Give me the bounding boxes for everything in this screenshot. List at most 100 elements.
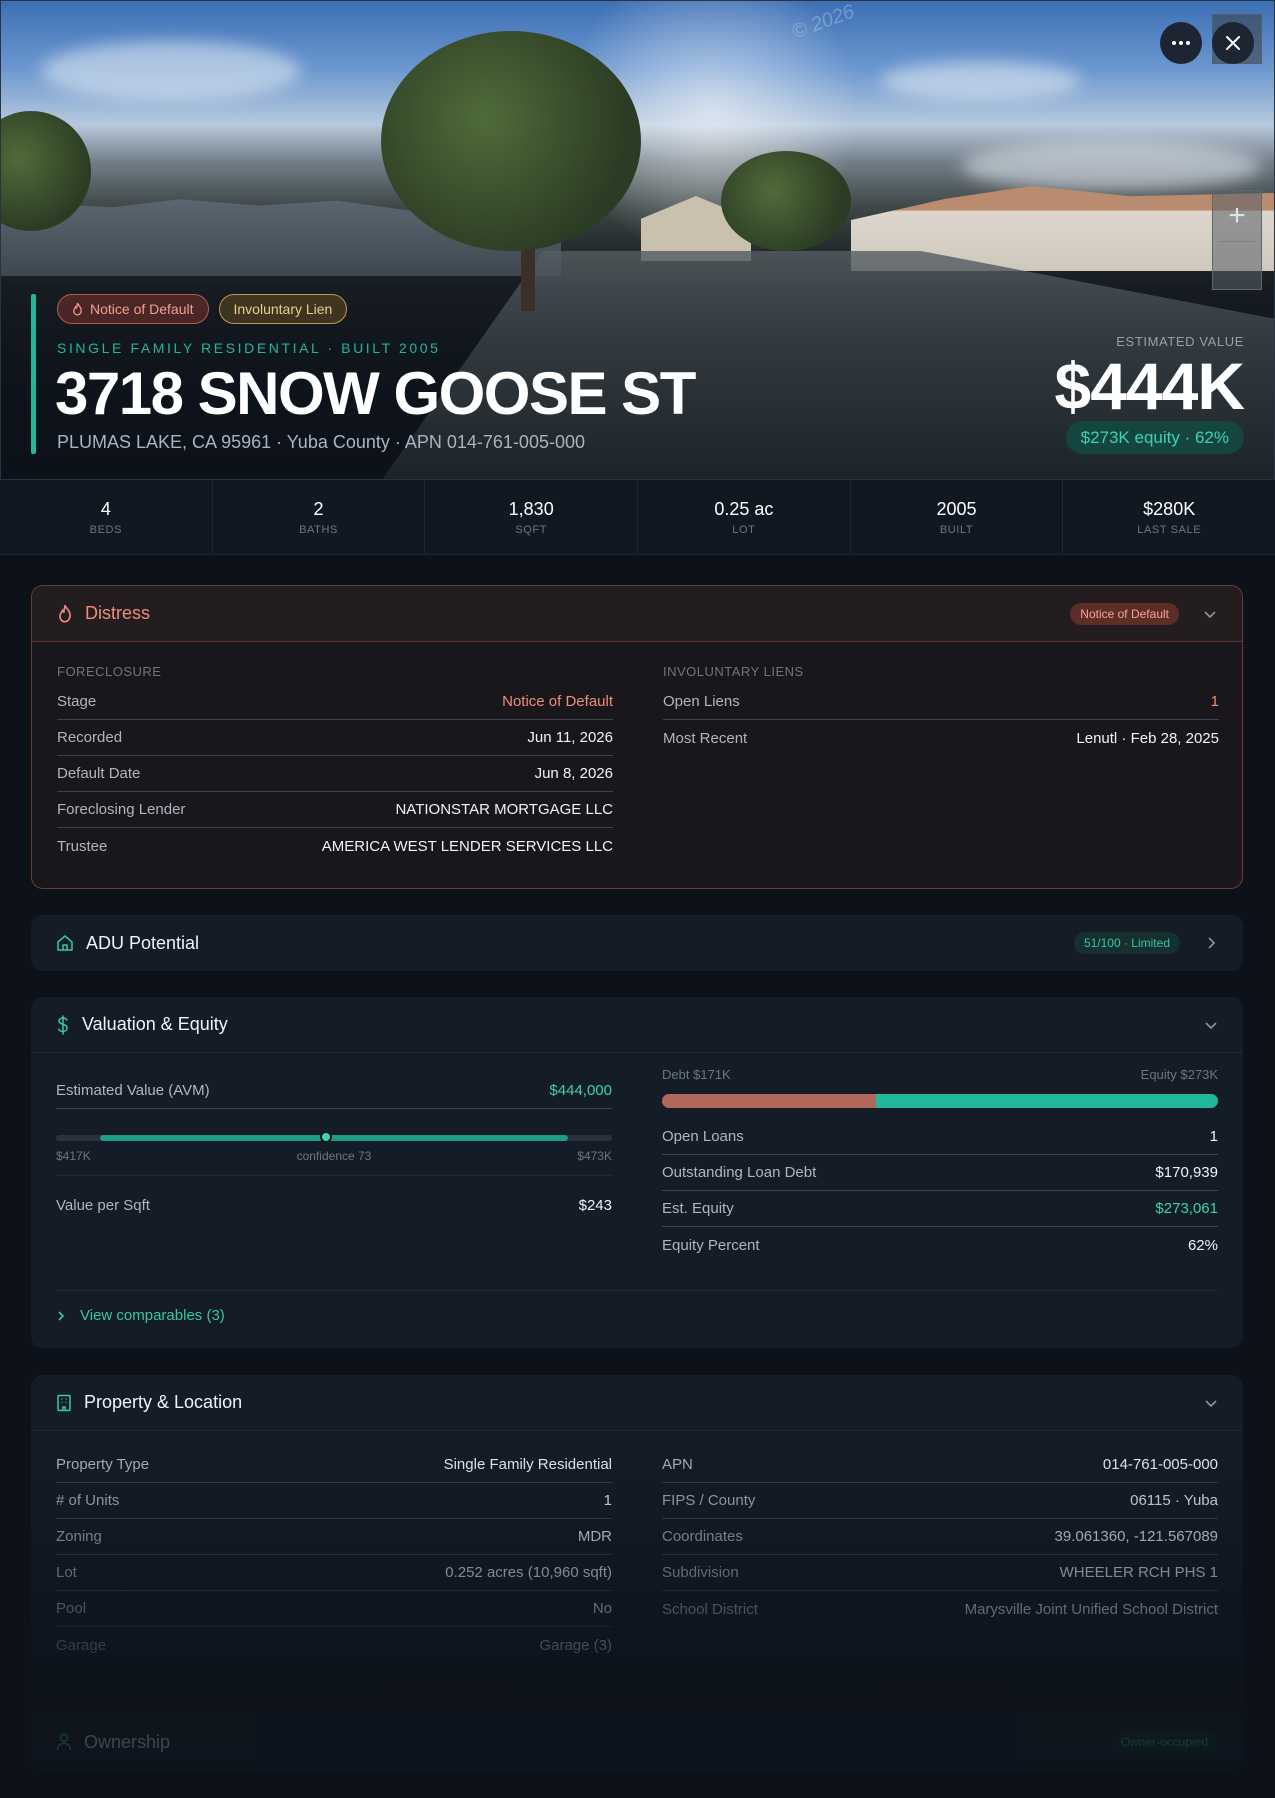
- chevron-down-icon[interactable]: [1204, 1396, 1218, 1410]
- debt-label: Debt $171K: [662, 1067, 731, 1082]
- row-value: Jun 8, 2026: [534, 765, 613, 782]
- row-value: 014-761-005-000: [1102, 1456, 1218, 1473]
- row-value: $170,939: [1155, 1164, 1218, 1181]
- row-value: 0.252 acres (10,960 sqft): [445, 1564, 612, 1581]
- property-title: Property & Location: [84, 1392, 243, 1412]
- row-key: Coordinates: [662, 1528, 743, 1545]
- debt-segment: [662, 1094, 877, 1108]
- property-address-title: 3718 SNOW GOOSE ST: [55, 360, 696, 427]
- row-value: $243: [578, 1196, 612, 1214]
- row-value: Notice of Default: [502, 693, 613, 710]
- equity-segment: [876, 1094, 1218, 1108]
- row-key: Pool: [56, 1600, 87, 1617]
- detail-row: Open Loans 1: [662, 1119, 1218, 1155]
- adu-potential-card[interactable]: ADU Potential 51/100 · Limited: [31, 915, 1243, 971]
- stat-value: 2: [313, 499, 324, 519]
- stat-lot: 0.25 ac LOT: [638, 480, 851, 554]
- stat-label: LAST SALE: [1137, 524, 1202, 536]
- row-key: FIPS / County: [662, 1492, 756, 1509]
- row-value: Lenutl · Feb 28, 2025: [1076, 729, 1219, 747]
- row-key: Equity Percent: [662, 1236, 760, 1254]
- key-stats-bar: 4 BEDS 2 BATHS 1,830 SQFT 0.25 ac LOT 20…: [0, 480, 1275, 555]
- close-icon: [1226, 36, 1240, 50]
- close-button[interactable]: [1212, 22, 1254, 64]
- zoom-in-button[interactable]: +: [1213, 191, 1261, 241]
- ownership-header[interactable]: Ownership Owner-occupied: [31, 1712, 1243, 1772]
- row-value: WHEELER RCH PHS 1: [1059, 1564, 1218, 1581]
- comparables-label: View comparables (3): [80, 1307, 225, 1324]
- row-key: Default Date: [57, 765, 141, 782]
- status-badges: Notice of Default Involuntary Lien: [57, 294, 348, 324]
- ownership-card[interactable]: Ownership Owner-occupied: [31, 1712, 1243, 1772]
- row-value: Marysville Joint Unified School District: [964, 1600, 1218, 1618]
- detail-row: Foreclosing Lender NATIONSTAR MORTGAGE L…: [57, 792, 613, 828]
- stat-label: BATHS: [299, 524, 338, 536]
- detail-row: Pool No: [56, 1591, 612, 1627]
- adu-score-badge: 51/100 · Limited: [1073, 932, 1180, 954]
- zoom-out-button[interactable]: [1213, 241, 1261, 291]
- more-icon: [1172, 41, 1190, 45]
- estimated-value: $444K: [1054, 349, 1245, 423]
- hero-accent-bar: [31, 294, 36, 454]
- row-value: No: [592, 1600, 612, 1617]
- property-header[interactable]: Property & Location: [31, 1375, 1243, 1431]
- row-value: Garage (3): [539, 1636, 612, 1654]
- more-options-button[interactable]: [1160, 22, 1202, 64]
- stat-label: LOT: [732, 524, 756, 536]
- badge-label: Involuntary Lien: [233, 301, 333, 317]
- stat-last-sale: $280K LAST SALE: [1063, 480, 1275, 554]
- property-details-right: APN 014-761-005-000 FIPS / County 06115 · …: [662, 1447, 1218, 1627]
- stat-label: BUILT: [939, 524, 974, 536]
- row-key: Trustee: [57, 837, 108, 855]
- valuation-header[interactable]: Valuation & Equity: [31, 997, 1243, 1053]
- row-value: Single Family Residential: [443, 1456, 612, 1473]
- valuation-equity-card: Valuation & Equity Estimated Value (AVM)…: [31, 997, 1243, 1348]
- detail-row: Open Liens 1: [663, 684, 1219, 720]
- adu-title: ADU Potential: [86, 932, 200, 953]
- distress-title: Distress: [85, 603, 151, 623]
- distress-card: Distress Notice of Default FORECLOSURE S…: [31, 585, 1243, 889]
- confidence-label: confidence 73: [296, 1149, 372, 1163]
- view-comparables-link[interactable]: View comparables (3): [56, 1290, 1218, 1324]
- detail-row: Coordinates 39.061360, -121.567089: [662, 1519, 1218, 1555]
- home-icon: [57, 935, 73, 951]
- flame-icon: [73, 302, 82, 316]
- stat-value: 1,830: [508, 499, 554, 519]
- detail-row: Outstanding Loan Debt $170,939: [662, 1155, 1218, 1191]
- row-key: School District: [662, 1600, 758, 1618]
- adu-header[interactable]: ADU Potential 51/100 · Limited: [31, 915, 1243, 971]
- stat-value: 2005: [936, 499, 977, 519]
- detail-row: # of Units 1: [56, 1483, 612, 1519]
- foreclosure-label: FORECLOSURE: [57, 664, 162, 679]
- notice-of-default-badge: Notice of Default: [57, 294, 209, 324]
- chevron-down-icon[interactable]: [1203, 607, 1217, 621]
- detail-row: Stage Notice of Default: [57, 684, 613, 720]
- row-key: Recorded: [57, 729, 123, 746]
- avm-range-fill: [100, 1135, 568, 1141]
- dollar-icon: [57, 1014, 68, 1035]
- chevron-right-icon[interactable]: [1204, 936, 1218, 950]
- row-key: Most Recent: [663, 729, 748, 747]
- detail-row: FIPS / County 06115 · Yuba: [662, 1483, 1218, 1519]
- detail-row: Most Recent Lenutl · Feb 28, 2025: [663, 720, 1219, 756]
- detail-row: Equity Percent 62%: [662, 1227, 1218, 1263]
- row-value: 62%: [1187, 1236, 1218, 1254]
- chevron-down-icon[interactable]: [1204, 1018, 1218, 1032]
- row-value: $444,000: [549, 1082, 612, 1099]
- involuntary-lien-badge: Involuntary Lien: [218, 294, 348, 324]
- estimated-value-label: ESTIMATED VALUE: [1116, 334, 1244, 349]
- stat-sqft: 1,830 SQFT: [425, 480, 639, 554]
- avm-range-bar: [56, 1131, 612, 1143]
- stat-label: BEDS: [89, 524, 123, 536]
- equity-section: Debt $171K Equity $273K Open Loans 1 Out…: [662, 1067, 1218, 1263]
- detail-row: Recorded Jun 11, 2026: [57, 720, 613, 756]
- range-high: $473K: [577, 1149, 612, 1163]
- row-key: Est. Equity: [662, 1200, 734, 1217]
- row-key: Estimated Value (AVM): [56, 1082, 210, 1099]
- row-key: Open Liens: [663, 693, 740, 710]
- row-key: Stage: [57, 693, 97, 710]
- distress-header[interactable]: Distress Notice of Default: [32, 586, 1242, 642]
- property-details-left: Property Type Single Family Residential #…: [56, 1447, 612, 1663]
- building-icon: [57, 1394, 71, 1411]
- avm-value-marker: [319, 1131, 332, 1143]
